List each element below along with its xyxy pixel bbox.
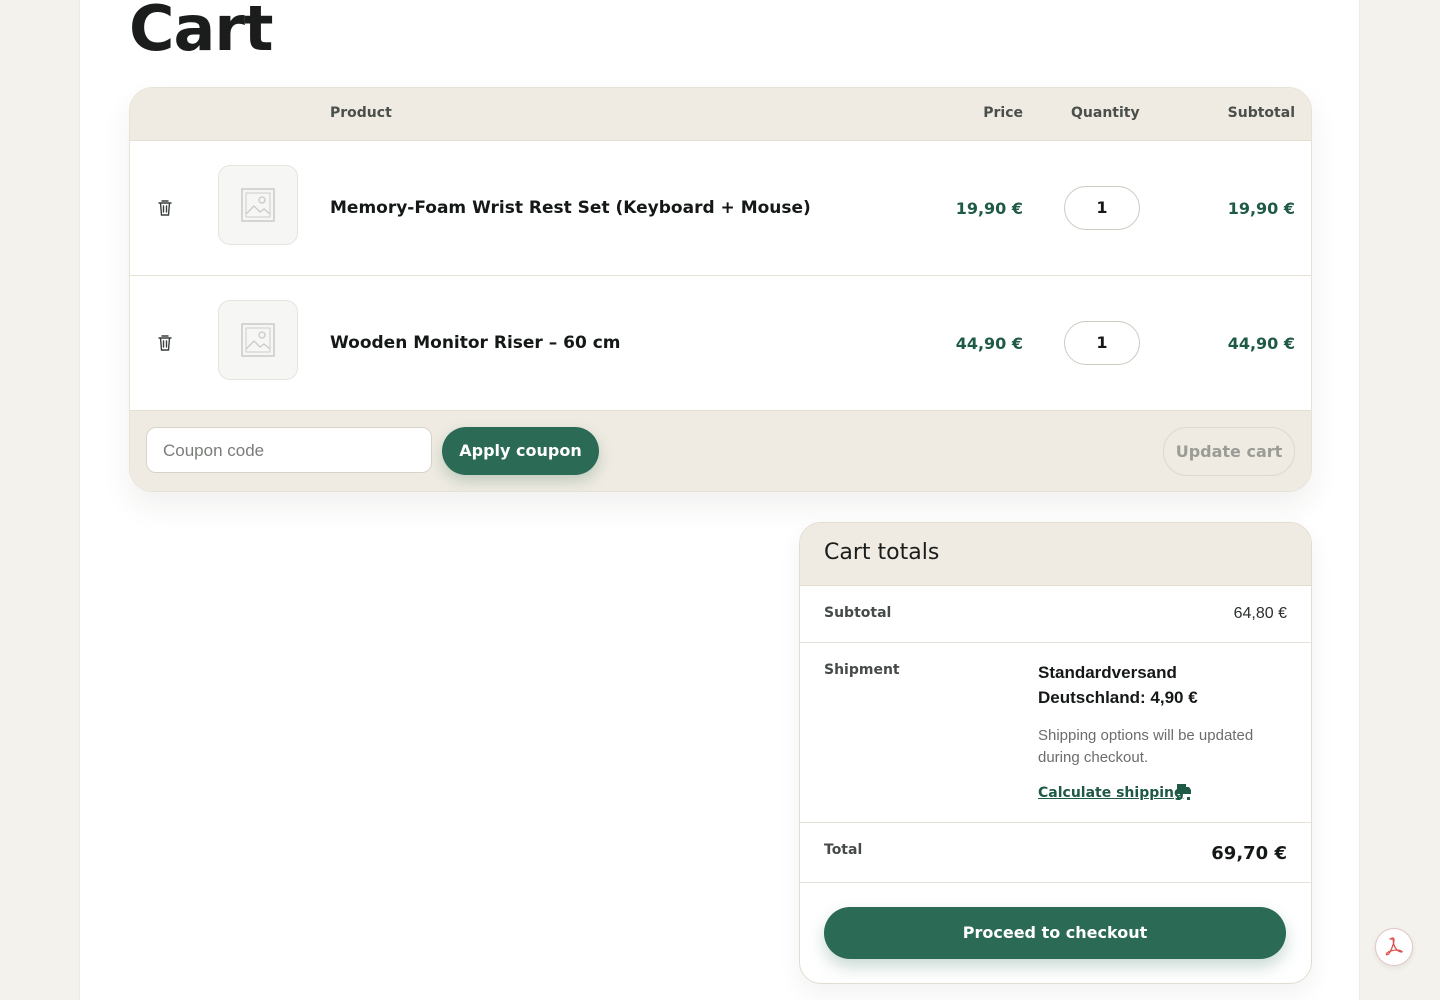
page-title: Cart bbox=[129, 0, 274, 65]
quantity-input[interactable]: 1 bbox=[1064, 186, 1140, 230]
image-placeholder-icon bbox=[241, 188, 275, 222]
product-thumbnail[interactable] bbox=[218, 300, 298, 380]
cart-item-row: Wooden Monitor Riser – 60 cm 44,90 € 1 4… bbox=[130, 276, 1311, 410]
total-label: Total bbox=[824, 842, 863, 858]
trash-icon[interactable] bbox=[157, 199, 173, 217]
shipment-label: Shipment bbox=[824, 662, 900, 678]
item-price: 44,90 € bbox=[955, 334, 1023, 353]
page-container: Cart Product Price Quantity Subtotal Mem… bbox=[80, 0, 1359, 1000]
product-name-link[interactable]: Wooden Monitor Riser – 60 cm bbox=[330, 333, 621, 353]
shipment-note: Shipping options will be updated during … bbox=[1038, 727, 1254, 766]
item-price: 19,90 € bbox=[955, 199, 1023, 218]
cart-table: Product Price Quantity Subtotal Memory-F… bbox=[129, 87, 1312, 492]
totals-total-row: Total 69,70 € bbox=[800, 823, 1311, 883]
trash-icon[interactable] bbox=[157, 334, 173, 352]
update-cart-button[interactable]: Update cart bbox=[1163, 427, 1295, 476]
header-quantity: Quantity bbox=[1071, 105, 1140, 121]
cart-totals-header: Cart totals bbox=[800, 523, 1311, 586]
proceed-to-checkout-button[interactable]: Proceed to checkout bbox=[824, 907, 1286, 959]
acrobat-pdf-button[interactable] bbox=[1375, 928, 1413, 966]
shipment-method: Standardversand Deutschland: 4,90 € bbox=[1038, 663, 1198, 707]
totals-shipment-row: Shipment Standardversand Deutschland: 4,… bbox=[800, 643, 1311, 823]
header-price: Price bbox=[983, 105, 1023, 121]
truck-icon[interactable] bbox=[1176, 783, 1192, 801]
coupon-code-input[interactable]: Coupon code bbox=[146, 427, 432, 473]
item-subtotal: 19,90 € bbox=[1227, 199, 1295, 218]
acrobat-pdf-icon bbox=[1385, 937, 1403, 956]
cart-totals-panel: Cart totals Subtotal 64,80 € Shipment St… bbox=[799, 522, 1312, 984]
cart-table-header: Product Price Quantity Subtotal bbox=[130, 88, 1311, 141]
totals-subtotal-row: Subtotal 64,80 € bbox=[800, 585, 1311, 643]
total-value: 69,70 € bbox=[1211, 843, 1287, 864]
header-subtotal: Subtotal bbox=[1227, 105, 1295, 121]
apply-coupon-button[interactable]: Apply coupon bbox=[442, 427, 599, 475]
subtotal-label: Subtotal bbox=[824, 605, 892, 621]
calculate-shipping-link[interactable]: Calculate shipping bbox=[1038, 785, 1184, 801]
cart-item-row: Memory-Foam Wrist Rest Set (Keyboard + M… bbox=[130, 141, 1311, 276]
quantity-input[interactable]: 1 bbox=[1064, 321, 1140, 365]
cart-totals-title: Cart totals bbox=[824, 540, 940, 565]
product-thumbnail[interactable] bbox=[218, 165, 298, 245]
image-placeholder-icon bbox=[241, 323, 275, 357]
cart-actions: Coupon code Apply coupon Update cart bbox=[130, 410, 1311, 491]
header-product: Product bbox=[330, 105, 392, 121]
item-subtotal: 44,90 € bbox=[1227, 334, 1295, 353]
subtotal-value: 64,80 € bbox=[1233, 605, 1287, 622]
product-name-link[interactable]: Memory-Foam Wrist Rest Set (Keyboard + M… bbox=[330, 198, 811, 218]
